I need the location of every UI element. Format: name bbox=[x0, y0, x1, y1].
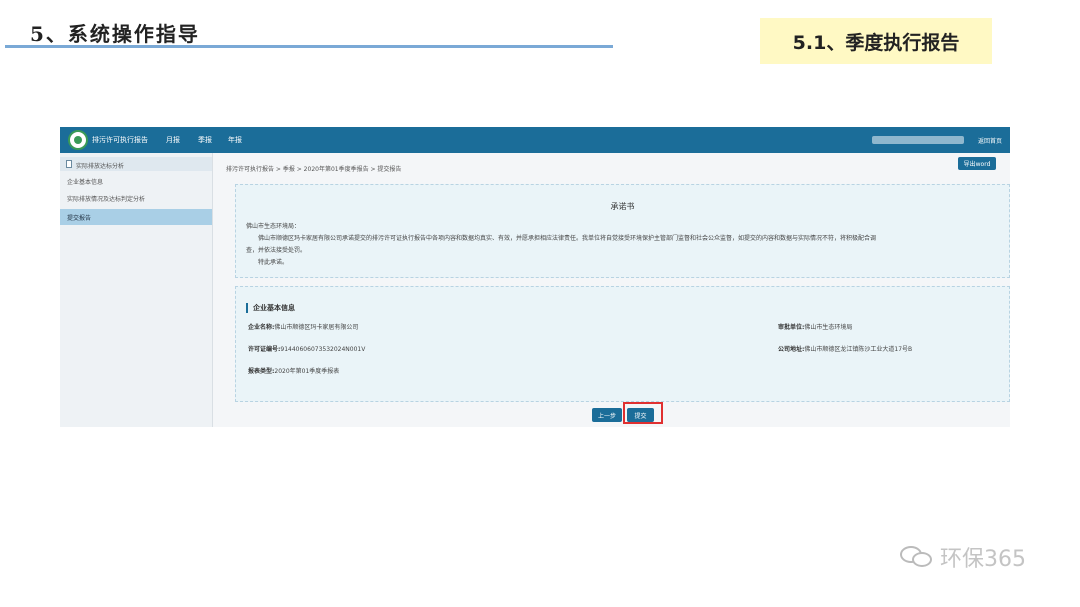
pledge-closing: 特此承诺。 bbox=[258, 259, 289, 266]
pledge-body-line1: 佛山市顺德区玛卡家居有限公司承诺提交的排污许可证执行报告中各项内容和数据均真实、… bbox=[258, 235, 877, 242]
company-name-field: 企业名称:佛山市顺德区玛卡家居有限公司 bbox=[248, 322, 358, 331]
sidebar-item-label: 提交报告 bbox=[67, 215, 92, 222]
authority-field: 审批单位:佛山市生态环境局 bbox=[778, 322, 852, 331]
report-type-label: 报表类型: bbox=[248, 368, 275, 375]
document-icon bbox=[66, 160, 72, 168]
back-home-link[interactable]: 返回首页 bbox=[978, 136, 1002, 145]
address-label: 公司地址: bbox=[778, 346, 805, 353]
watermark: 环保365 bbox=[900, 541, 1026, 573]
nav-monthly[interactable]: 月报 bbox=[166, 135, 180, 145]
pledge-addressee: 佛山市生态环境局： bbox=[246, 223, 301, 230]
prev-step-button[interactable]: 上一步 bbox=[592, 408, 622, 422]
app-name: 排污许可执行报告 bbox=[92, 136, 148, 144]
company-name-value: 佛山市顺德区玛卡家居有限公司 bbox=[274, 324, 359, 331]
company-name-label: 企业名称: bbox=[248, 324, 275, 331]
wechat-icon bbox=[900, 544, 934, 570]
slide-title: 5、系统操作指导 bbox=[30, 22, 200, 46]
export-word-button[interactable]: 导出word bbox=[958, 157, 996, 170]
report-type-field: 报表类型:2020年第01季度季报表 bbox=[248, 366, 339, 375]
license-field: 许可证编号:91440606073532024N001V bbox=[248, 344, 365, 353]
section-badge: 5.1、季度执行报告 bbox=[760, 18, 992, 64]
nav-quarterly[interactable]: 季报 bbox=[198, 135, 212, 145]
sidebar-header-label: 实际排放达标分析 bbox=[76, 163, 125, 170]
breadcrumb: 排污许可执行报告 > 季报 > 2020年第01季度季报告 > 提交报告 bbox=[226, 166, 402, 173]
authority-label: 审批单位: bbox=[778, 324, 805, 331]
authority-value: 佛山市生态环境局 bbox=[804, 324, 853, 331]
watermark-text: 环保365 bbox=[940, 547, 1026, 572]
logo-icon bbox=[68, 130, 88, 150]
sidebar-item-submit-report[interactable]: 提交报告 bbox=[60, 209, 212, 225]
license-label: 许可证编号: bbox=[248, 346, 281, 353]
pledge-panel: 承诺书 佛山市生态环境局： 佛山市顺德区玛卡家居有限公司承诺提交的排污许可证执行… bbox=[235, 184, 1010, 278]
nav-yearly[interactable]: 年报 bbox=[228, 135, 242, 145]
app-screenshot: 排污许可执行报告 月报 季报 年报 返回首页 实际排放达标分析 企业基本信息 实… bbox=[60, 127, 1010, 427]
address-field: 公司地址:佛山市顺德区龙江镇陈沙工业大道17号B bbox=[778, 344, 912, 353]
address-value: 佛山市顺德区龙江镇陈沙工业大道17号B bbox=[804, 346, 913, 353]
top-navbar: 排污许可执行报告 月报 季报 年报 返回首页 bbox=[60, 127, 1010, 153]
report-type-value: 2020年第01季度季报表 bbox=[274, 368, 340, 375]
company-section-title: 企业基本信息 bbox=[246, 303, 295, 313]
pledge-body-line2: 查，并依法接受处罚。 bbox=[246, 247, 307, 254]
pledge-title: 承诺书 bbox=[610, 202, 635, 211]
sidebar-header[interactable]: 实际排放达标分析 bbox=[60, 157, 212, 171]
sidebar-item-emission-analysis[interactable]: 实际排放情况及达标判定分析 bbox=[67, 194, 145, 203]
sidebar: 实际排放达标分析 企业基本信息 实际排放情况及达标判定分析 提交报告 bbox=[60, 153, 213, 427]
submit-highlight-box bbox=[623, 402, 663, 424]
company-info-panel: 企业基本信息 企业名称:佛山市顺德区玛卡家居有限公司 审批单位:佛山市生态环境局… bbox=[235, 286, 1010, 402]
user-info-blurred bbox=[872, 136, 964, 144]
sidebar-item-company-info[interactable]: 企业基本信息 bbox=[67, 177, 103, 186]
title-underline bbox=[5, 45, 613, 48]
license-value: 91440606073532024N001V bbox=[280, 346, 366, 353]
